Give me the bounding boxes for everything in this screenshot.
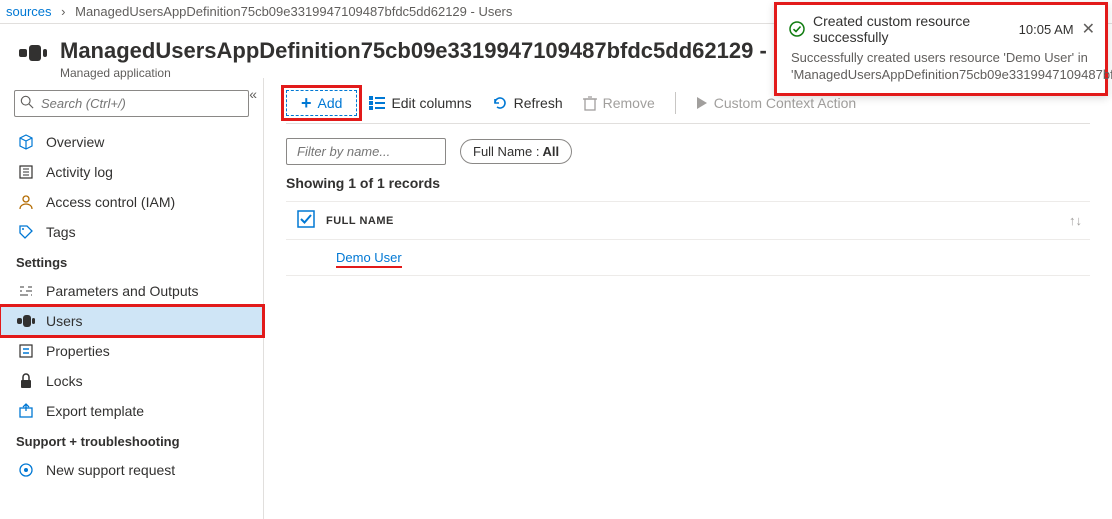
cube-icon [16,134,36,150]
toast-timestamp: 10:05 AM [1019,22,1074,37]
filter-bar: Full Name : All [286,138,1090,165]
sidebar-item-properties[interactable]: Properties [0,336,263,366]
breadcrumb-parent[interactable]: sources [6,4,52,19]
sidebar-search-input[interactable] [14,90,249,117]
breadcrumb-current: ManagedUsersAppDefinition75cb09e33199471… [75,4,512,19]
sidebar-section-settings: Settings [0,247,263,276]
sidebar-item-parameters[interactable]: Parameters and Outputs [0,276,263,306]
sidebar-item-label: Access control (IAM) [46,194,249,210]
refresh-label: Refresh [514,95,563,111]
toast-title: Created custom resource successfully [813,13,1019,45]
column-header-full-name[interactable]: FULL NAME [326,215,394,227]
filter-pill-value: All [542,144,559,159]
resource-icon [18,38,48,68]
sidebar-item-label: Export template [46,403,249,419]
search-icon [20,95,34,112]
filter-full-name-pill[interactable]: Full Name : All [460,139,572,164]
sidebar-item-label: Overview [46,134,249,150]
custom-context-label: Custom Context Action [714,95,856,111]
sidebar-item-label: New support request [46,462,249,478]
sidebar-item-label: Parameters and Outputs [46,283,249,299]
select-all-checkbox[interactable] [297,210,315,231]
tag-icon [16,224,36,240]
filter-by-name-input[interactable] [286,138,446,165]
refresh-icon [492,95,508,111]
sidebar-item-new-support-request[interactable]: New support request [0,455,263,485]
close-icon[interactable]: ✕ [1082,19,1095,39]
sidebar-item-label: Properties [46,343,249,359]
page-title: ManagedUsersAppDefinition75cb09e33199471… [60,38,834,64]
sidebar-item-users[interactable]: Users [0,306,263,336]
sidebar-item-activity-log[interactable]: Activity log [0,157,263,187]
chevron-right-icon: › [61,4,65,19]
sidebar-section-support: Support + troubleshooting [0,426,263,455]
sort-icon[interactable]: ↑↓ [1069,213,1082,228]
add-button[interactable]: + Add [286,90,357,116]
collapse-sidebar-icon[interactable]: « [249,86,257,102]
notification-toast: Created custom resource successfully 10:… [774,2,1108,96]
sidebar-item-label: Activity log [46,164,249,180]
sidebar-item-export-template[interactable]: Export template [0,396,263,426]
filter-pill-label: Full Name : [473,144,539,159]
sidebar-item-tags[interactable]: Tags [0,217,263,247]
sidebar-item-overview[interactable]: Overview [0,127,263,157]
properties-icon [16,343,36,359]
export-icon [16,403,36,419]
trash-icon [583,95,597,111]
users-icon [16,314,36,328]
columns-icon [369,96,385,110]
sidebar: « Overview Activity log Access control (… [0,78,264,519]
success-check-icon [789,21,805,37]
record-count: Showing 1 of 1 records [286,175,1090,191]
toast-body: Successfully created users resource 'Dem… [791,49,1095,83]
table-header: FULL NAME ↑↓ [286,201,1090,240]
sidebar-item-label: Tags [46,224,249,240]
params-icon [16,283,36,299]
refresh-button[interactable]: Refresh [484,91,571,115]
lock-icon [16,373,36,389]
edit-columns-label: Edit columns [391,95,471,111]
sidebar-item-label: Locks [46,373,249,389]
support-icon [16,462,36,478]
play-icon [696,96,708,110]
sidebar-item-label: Users [46,313,249,329]
sidebar-item-access-control[interactable]: Access control (IAM) [0,187,263,217]
person-icon [16,194,36,210]
sidebar-item-locks[interactable]: Locks [0,366,263,396]
remove-button: Remove [575,91,663,115]
add-label: Add [318,95,343,111]
toolbar-separator [675,92,676,114]
activity-log-icon [16,164,36,180]
edit-columns-button[interactable]: Edit columns [361,91,479,115]
row-full-name-link[interactable]: Demo User [336,250,402,268]
table-row[interactable]: Demo User [286,240,1090,276]
remove-label: Remove [603,95,655,111]
plus-icon: + [301,96,312,110]
main-content: + Add Edit columns Refresh Remove Custom… [264,78,1112,519]
